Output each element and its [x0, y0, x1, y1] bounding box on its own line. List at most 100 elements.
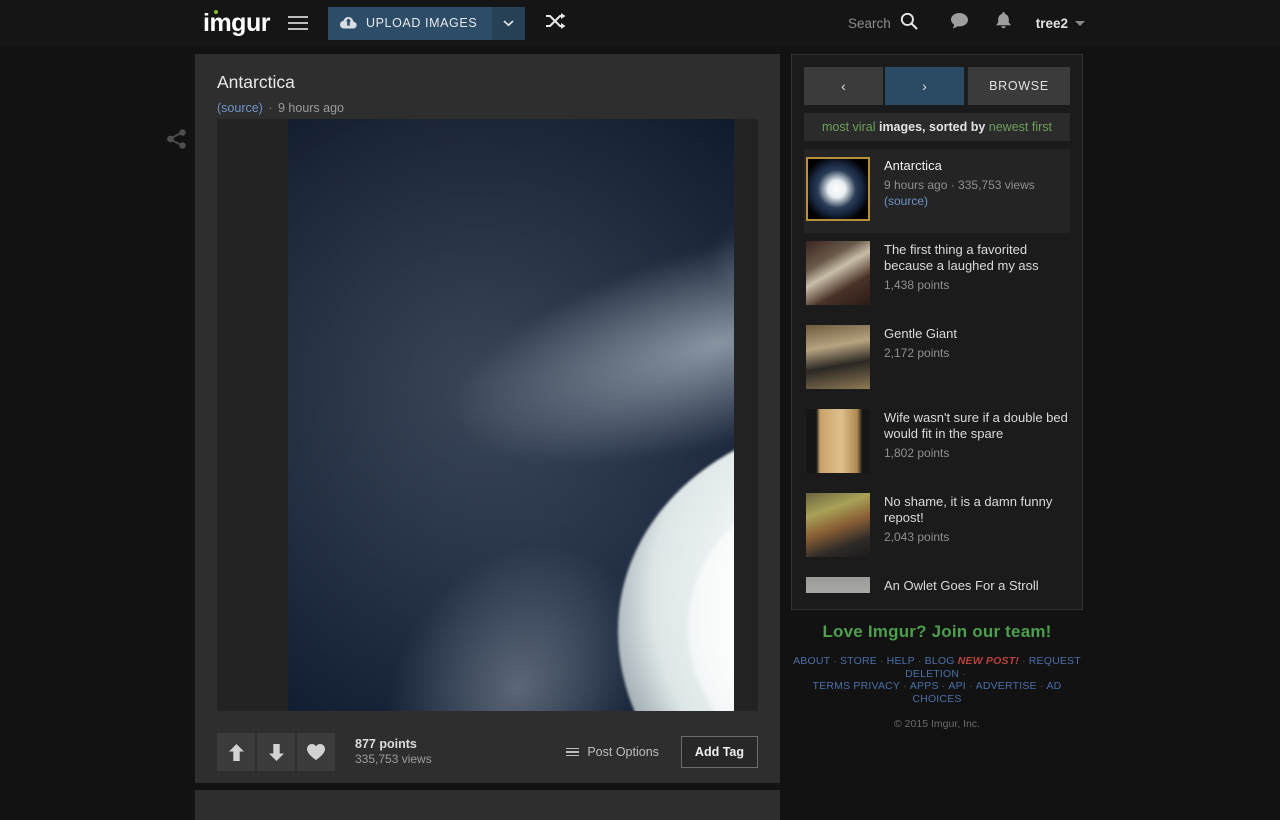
post-score-block: 877 points 335,753 views — [355, 736, 432, 768]
list-item-thumbnail[interactable] — [806, 409, 870, 473]
list-item[interactable]: The first thing a favorited because a la… — [804, 233, 1070, 317]
list-item-thumbnail[interactable] — [806, 577, 870, 593]
list-item-points: 1,438 points — [884, 278, 1070, 292]
footer-link-blog[interactable]: BLOG — [925, 655, 955, 667]
next-post-button[interactable]: › — [885, 67, 964, 105]
add-tag-button[interactable]: Add Tag — [681, 736, 758, 768]
sort-bar: most viral images, sorted by newest firs… — [804, 113, 1070, 141]
search-icon[interactable] — [900, 12, 918, 35]
footer-new-post-badge[interactable]: NEW POST! — [958, 655, 1019, 667]
hamburger-line — [288, 16, 308, 18]
list-line — [566, 748, 579, 750]
sort-middle-b: sorted by — [929, 120, 985, 134]
link-separator: · — [918, 655, 922, 667]
chevron-down-icon[interactable] — [1075, 21, 1085, 26]
list-line — [566, 751, 579, 753]
share-icon[interactable] — [166, 128, 188, 150]
list-item-title[interactable]: An Owlet Goes For a Stroll — [884, 578, 1039, 593]
list-item-title[interactable]: Gentle Giant — [884, 326, 957, 342]
hamburger-line — [288, 28, 308, 30]
logo-text: imgur — [203, 9, 270, 37]
upload-images-main[interactable]: UPLOAD IMAGES — [328, 7, 492, 40]
header-right-controls: Search tree2 — [848, 12, 1085, 35]
link-separator: · — [1040, 680, 1044, 692]
post-views: 335,753 views — [355, 752, 432, 768]
cloud-upload-icon — [340, 17, 357, 29]
post-panel: Antarctica (source) · 9 hours ago — [195, 54, 780, 783]
sort-order-link[interactable]: newest first — [989, 120, 1052, 134]
list-item[interactable]: Antarctica 9 hours ago · 335,753 views (… — [804, 149, 1070, 233]
notifications-icon[interactable] — [996, 12, 1011, 34]
browse-button[interactable]: BROWSE — [968, 67, 1070, 105]
sort-filter-link[interactable]: most viral — [822, 120, 875, 134]
list-item-points: 2,043 points — [884, 530, 1070, 544]
post-action-bar: 877 points 335,753 views Post Options Ad… — [195, 721, 780, 783]
list-item-title[interactable]: Antarctica — [884, 158, 1035, 174]
next-post-panel[interactable] — [195, 790, 780, 820]
link-separator: · — [903, 680, 907, 692]
hamburger-line — [288, 22, 308, 24]
upvote-button[interactable] — [217, 733, 255, 771]
list-item-title[interactable]: Wife wasn't sure if a double bed would f… — [884, 410, 1070, 442]
list-item-thumbnail[interactable] — [806, 325, 870, 389]
footer-link-store[interactable]: STORE — [840, 655, 877, 667]
footer-link-api[interactable]: API — [948, 680, 966, 692]
footer-link-advertise[interactable]: ADVERTISE — [976, 680, 1037, 692]
list-item-title[interactable]: No shame, it is a damn funny repost! — [884, 494, 1070, 526]
list-item-text: An Owlet Goes For a Stroll — [884, 577, 1039, 593]
favorite-button[interactable] — [297, 733, 335, 771]
list-item-text: Wife wasn't sure if a double bed would f… — [884, 409, 1070, 460]
list-item-title[interactable]: The first thing a favorited because a la… — [884, 242, 1070, 274]
post-points: 877 points — [355, 736, 432, 752]
post-title: Antarctica — [217, 72, 780, 93]
arrow-up-icon — [229, 744, 244, 761]
list-item[interactable]: Gentle Giant 2,172 points — [804, 317, 1070, 401]
link-separator: · — [942, 680, 946, 692]
list-item-points: 2,172 points — [884, 346, 957, 360]
list-item-thumbnail[interactable] — [806, 157, 870, 221]
link-separator: · — [969, 680, 973, 692]
list-item[interactable]: No shame, it is a damn funny repost! 2,0… — [804, 485, 1070, 569]
list-item-text: No shame, it is a damn funny repost! 2,0… — [884, 493, 1070, 544]
list-item[interactable]: An Owlet Goes For a Stroll — [804, 569, 1070, 593]
heart-icon — [307, 744, 325, 760]
messages-icon[interactable] — [951, 13, 968, 34]
list-item[interactable]: Wife wasn't sure if a double bed would f… — [804, 401, 1070, 485]
list-lines-icon — [566, 748, 579, 757]
gallery-list[interactable]: Antarctica 9 hours ago · 335,753 views (… — [804, 149, 1070, 593]
join-team-link[interactable]: Love Imgur? Join our team! — [791, 622, 1083, 642]
post-image-container[interactable] — [217, 119, 758, 711]
downvote-button[interactable] — [257, 733, 295, 771]
list-item-thumbnail[interactable] — [806, 493, 870, 557]
footer-link-help[interactable]: HELP — [887, 655, 915, 667]
imgur-logo[interactable]: imgur — [203, 11, 270, 36]
link-separator: · — [833, 655, 837, 667]
top-navigation-bar: imgur UPLOAD IMAGES — [0, 0, 1280, 46]
chevron-down-icon — [503, 20, 514, 27]
username-label[interactable]: tree2 — [1036, 16, 1068, 31]
footer-link-terms-privacy[interactable]: TERMS PRIVACY — [813, 680, 901, 692]
upload-dropdown-button[interactable] — [492, 7, 525, 40]
gallery-nav-row: ‹ › BROWSE — [804, 67, 1070, 105]
arrow-down-icon — [269, 744, 284, 761]
post-image[interactable] — [288, 119, 734, 711]
post-source-link[interactable]: (source) — [217, 101, 263, 115]
hamburger-icon[interactable] — [288, 16, 308, 30]
list-item-source-link[interactable]: (source) — [884, 194, 928, 208]
copyright-text: © 2015 Imgur, Inc. — [791, 718, 1083, 730]
sort-middle-a: images, — [879, 120, 926, 134]
post-subtitle: (source) · 9 hours ago — [217, 101, 780, 115]
shuffle-icon[interactable] — [545, 13, 566, 34]
list-item-thumbnail[interactable] — [806, 241, 870, 305]
search-label: Search — [848, 16, 891, 31]
post-options-button[interactable]: Post Options — [566, 745, 659, 759]
footer-link-about[interactable]: ABOUT — [793, 655, 830, 667]
atmospheric-limb — [288, 119, 734, 711]
upload-images-button[interactable]: UPLOAD IMAGES — [328, 7, 525, 40]
site-footer: Love Imgur? Join our team! ABOUT·STORE·H… — [791, 622, 1083, 730]
list-item-text: Antarctica 9 hours ago · 335,753 views (… — [884, 157, 1035, 209]
footer-link-apps[interactable]: APPS — [910, 680, 939, 692]
footer-links: ABOUT·STORE·HELP·BLOG NEW POST!·REQUEST … — [791, 655, 1083, 705]
list-item-meta-text: 9 hours ago · 335,753 views — [884, 178, 1035, 192]
previous-post-button[interactable]: ‹ — [804, 67, 883, 105]
